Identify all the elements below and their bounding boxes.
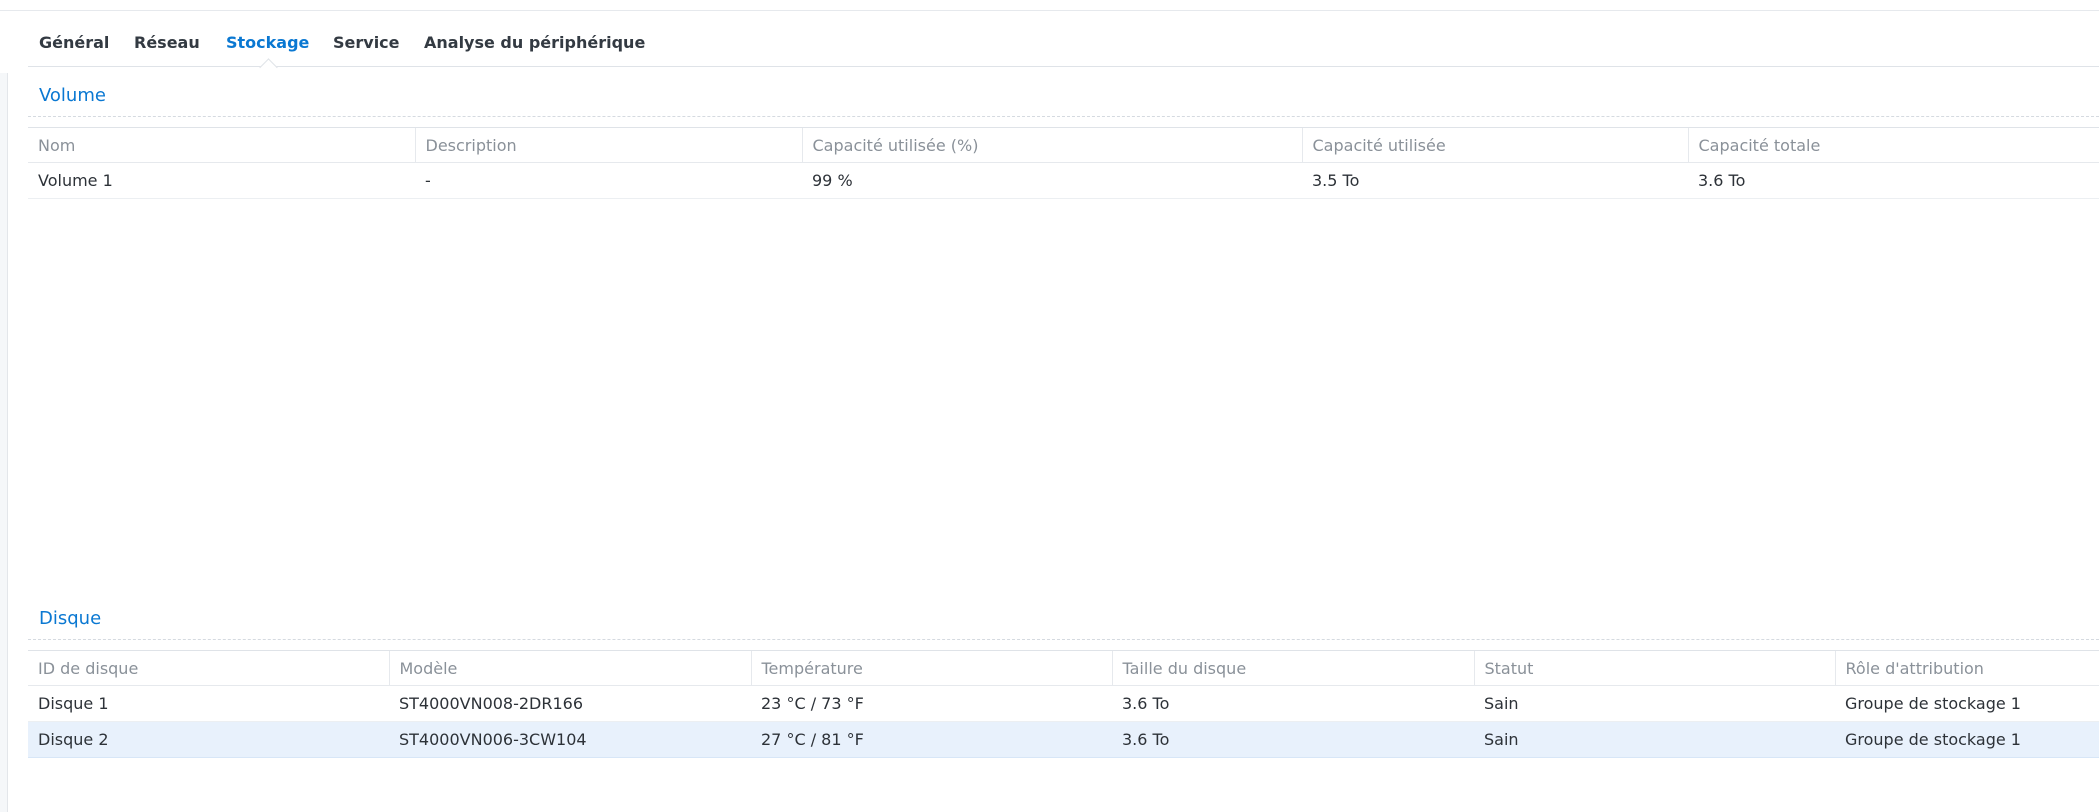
column-header-description[interactable]: Description [414, 127, 802, 163]
table-row-selected[interactable]: Disque 2 ST4000VN006-3CW104 27 °C / 81 °… [28, 721, 2099, 758]
column-header-name[interactable]: Nom [28, 127, 415, 163]
disk-status: Sain [1474, 721, 1835, 758]
disk-id: Disque 2 [28, 721, 389, 758]
column-header-disk-size[interactable]: Taille du disque [1111, 650, 1474, 686]
volume-used-capacity: 3.5 To [1302, 162, 1688, 199]
column-header-status[interactable]: Statut [1473, 650, 1835, 686]
volume-used-percent: 99 % [802, 162, 1302, 199]
tab-general[interactable]: Général [39, 11, 109, 66]
disk-size: 3.6 To [1112, 685, 1474, 722]
tab-network[interactable]: Réseau [134, 11, 200, 66]
disk-size: 3.6 To [1112, 721, 1474, 758]
disk-table: ID de disque Modèle Température Taille d… [28, 650, 2099, 758]
tab-device-analysis[interactable]: Analyse du périphérique [424, 11, 645, 66]
tab-bar: Général Réseau Stockage Service Analyse … [28, 11, 2099, 77]
column-header-model[interactable]: Modèle [388, 650, 751, 686]
disk-model: ST4000VN006-3CW104 [389, 721, 751, 758]
column-header-temperature[interactable]: Température [750, 650, 1112, 686]
disk-section-divider [28, 639, 2099, 640]
volume-table: Nom Description Capacité utilisée (%) Ca… [28, 127, 2099, 199]
volume-description: - [415, 162, 802, 199]
volume-table-header: Nom Description Capacité utilisée (%) Ca… [28, 127, 2099, 163]
disk-section-title: Disque [39, 608, 102, 629]
volume-section-title: Volume [39, 85, 106, 106]
disk-status: Sain [1474, 685, 1835, 722]
disk-temperature: 27 °C / 81 °F [751, 721, 1112, 758]
disk-role: Groupe de stockage 1 [1835, 685, 2099, 722]
volume-total-capacity: 3.6 To [1688, 162, 2099, 199]
column-header-used-capacity[interactable]: Capacité utilisée [1301, 127, 1688, 163]
disk-model: ST4000VN008-2DR166 [389, 685, 751, 722]
disk-id: Disque 1 [28, 685, 389, 722]
column-header-total-capacity[interactable]: Capacité totale [1687, 127, 2099, 163]
disk-table-header: ID de disque Modèle Température Taille d… [28, 650, 2099, 686]
column-header-used-percent[interactable]: Capacité utilisée (%) [801, 127, 1302, 163]
volume-name: Volume 1 [28, 162, 415, 199]
disk-temperature: 23 °C / 73 °F [751, 685, 1112, 722]
table-row[interactable]: Volume 1 - 99 % 3.5 To 3.6 To [28, 162, 2099, 199]
left-panel-edge [0, 73, 8, 812]
tab-service[interactable]: Service [333, 11, 400, 66]
column-header-disk-id[interactable]: ID de disque [28, 650, 389, 686]
disk-role: Groupe de stockage 1 [1835, 721, 2099, 758]
column-header-role[interactable]: Rôle d'attribution [1834, 650, 2099, 686]
table-row[interactable]: Disque 1 ST4000VN008-2DR166 23 °C / 73 °… [28, 685, 2099, 722]
volume-section-divider [28, 116, 2099, 117]
